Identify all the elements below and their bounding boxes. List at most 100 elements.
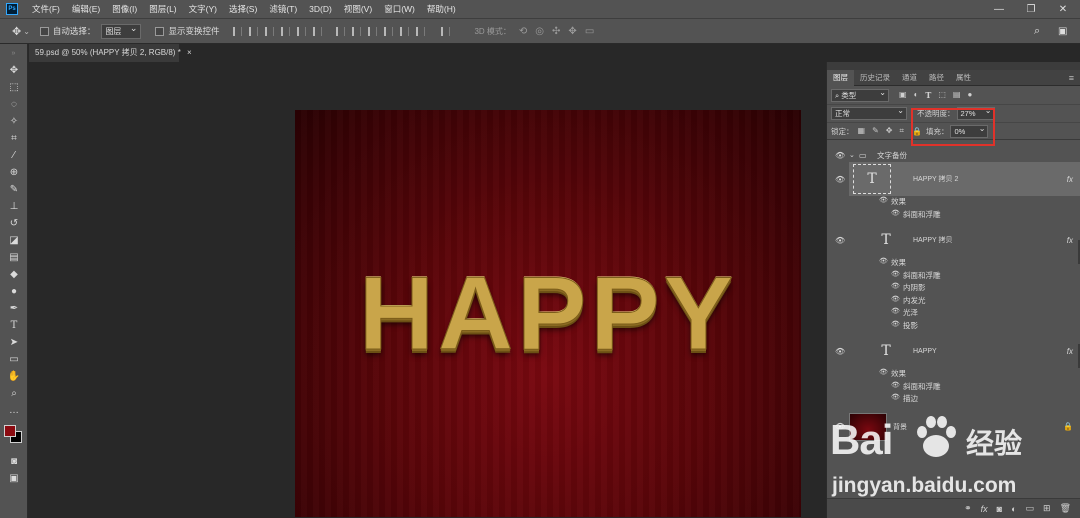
menu-filter[interactable]: 滤镜(T) — [263, 3, 303, 15]
tab-layers[interactable]: 图层 — [827, 69, 854, 86]
minimize-button[interactable]: — — [988, 0, 1010, 18]
filter-toggle-icon[interactable]: ● — [967, 90, 972, 100]
history-brush-tool-icon[interactable]: ↺ — [0, 215, 28, 232]
eyedropper-tool-icon[interactable]: ⁄ — [0, 147, 28, 164]
panel-menu-icon[interactable]: ≡ — [1069, 73, 1074, 83]
distribute-right-icon[interactable] — [416, 26, 426, 36]
layer-filter-dropdown[interactable]: ⌕ 类型 — [831, 87, 889, 102]
filter-smart-object-icon[interactable]: ▤ — [953, 90, 961, 100]
3d-drag-icon[interactable]: ✣ — [552, 26, 560, 37]
align-bottom-icon[interactable] — [313, 26, 323, 36]
gradient-tool-icon[interactable]: ▤ — [0, 249, 28, 266]
menu-image[interactable]: 图像(I) — [106, 3, 143, 15]
3d-slide-icon[interactable]: ✥ — [568, 26, 576, 37]
effects-header-row[interactable]: 👁 效果 — [827, 196, 1080, 209]
tab-history[interactable]: 历史记录 — [854, 70, 896, 86]
crop-tool-icon[interactable]: ⌗ — [0, 130, 28, 147]
tab-paths[interactable]: 路径 — [923, 70, 950, 86]
visibility-eye-icon[interactable]: 👁 — [891, 381, 900, 389]
rectangle-tool-icon[interactable]: ▭ — [0, 351, 28, 368]
layer-group-row[interactable]: 👁 ⌄ ▭ 文字备份 — [827, 148, 1080, 162]
clone-stamp-tool-icon[interactable]: ⊥ — [0, 198, 28, 215]
screen-mode-icon[interactable]: ▣ — [0, 470, 28, 487]
fx-icon[interactable]: fx — [1067, 347, 1073, 356]
3d-roll-icon[interactable]: ◎ — [535, 26, 544, 37]
effects-header-row[interactable]: 👁 效果 — [827, 257, 1080, 270]
visibility-eye-icon[interactable]: 👁 — [835, 236, 845, 245]
visibility-eye-icon[interactable]: 👁 — [891, 270, 900, 278]
eraser-tool-icon[interactable]: ◪ — [0, 232, 28, 249]
menu-window[interactable]: 窗口(W) — [378, 3, 421, 15]
align-right-icon[interactable] — [265, 26, 275, 36]
document-canvas[interactable]: HAPPY — [295, 110, 801, 517]
effect-row[interactable]: 👁 光泽 — [827, 307, 1080, 320]
move-tool-icon[interactable]: ✥ — [12, 25, 21, 38]
workspace-icon[interactable]: ▣ — [1058, 26, 1067, 37]
visibility-eye-icon[interactable]: 👁 — [891, 393, 900, 401]
align-hcenter-icon[interactable] — [249, 26, 259, 36]
visibility-eye-icon[interactable]: 👁 — [891, 307, 900, 315]
layer-row-happy-copy-2[interactable]: 👁 T HAPPY 拷贝 2 fx — [835, 162, 1080, 196]
filter-shape-icon[interactable]: ⬚ — [938, 90, 946, 100]
group-expand-chevron-icon[interactable]: ⌄ — [849, 151, 855, 159]
menu-3d[interactable]: 3D(D) — [303, 4, 338, 14]
distribute-bottom-icon[interactable] — [368, 26, 378, 36]
restore-button[interactable]: ❐ — [1020, 0, 1042, 18]
visibility-eye-icon[interactable]: 👁 — [835, 151, 845, 160]
align-left-icon[interactable] — [233, 26, 243, 36]
filter-pixel-icon[interactable]: ▣ — [899, 90, 907, 100]
menu-layer[interactable]: 图层(L) — [143, 3, 182, 15]
layer-row-happy-copy[interactable]: 👁 T HAPPY 拷贝 fx — [827, 223, 1080, 257]
path-selection-tool-icon[interactable]: ➤ — [0, 334, 28, 351]
blend-mode-dropdown[interactable]: 正常 — [831, 105, 907, 120]
delete-layer-icon[interactable]: 🗑 — [1060, 503, 1071, 514]
menu-select[interactable]: 选择(S) — [223, 3, 263, 15]
type-tool-icon[interactable]: T — [0, 317, 28, 334]
zoom-tool-icon[interactable]: ⌕ — [0, 385, 28, 402]
3d-scale-icon[interactable]: ▭ — [585, 26, 594, 37]
auto-select-dropdown[interactable]: 图层 — [101, 22, 142, 39]
lock-pixels-icon[interactable]: ✎ — [872, 126, 879, 136]
blur-tool-icon[interactable]: ◆ — [0, 266, 28, 283]
magic-wand-tool-icon[interactable]: ✧ — [0, 113, 28, 130]
layer-row-happy[interactable]: 👁 T HAPPY fx — [827, 334, 1080, 368]
close-button[interactable]: ✕ — [1052, 0, 1074, 18]
visibility-eye-icon[interactable]: 👁 — [891, 295, 900, 303]
fx-icon[interactable]: fx — [1067, 175, 1073, 184]
quick-mask-icon[interactable]: ◙ — [0, 453, 28, 470]
filter-type-icon[interactable]: T — [925, 90, 931, 100]
distribute-hcenter-icon[interactable] — [400, 26, 410, 36]
menu-edit[interactable]: 编辑(E) — [66, 3, 106, 15]
distribute-left-icon[interactable] — [384, 26, 394, 36]
effect-row[interactable]: 👁 斜面和浮雕 — [827, 381, 1080, 394]
visibility-eye-icon[interactable]: 👁 — [879, 257, 888, 265]
auto-align-icon[interactable] — [441, 26, 451, 36]
lock-position-icon[interactable]: ✥ — [886, 126, 893, 136]
lasso-tool-icon[interactable]: ◌ — [0, 96, 28, 113]
tool-preset-chevron-icon[interactable]: ⌄ — [23, 27, 30, 36]
visibility-eye-icon[interactable]: 👁 — [891, 282, 900, 290]
lock-artboard-icon[interactable]: ⌗ — [899, 126, 904, 136]
tab-properties[interactable]: 属性 — [950, 70, 977, 86]
menu-view[interactable]: 视图(V) — [338, 3, 378, 15]
more-tools-icon[interactable]: … — [0, 402, 28, 419]
healing-brush-tool-icon[interactable]: ⊕ — [0, 164, 28, 181]
menu-help[interactable]: 帮助(H) — [421, 3, 462, 15]
distribute-vcenter-icon[interactable] — [352, 26, 362, 36]
effects-header-row[interactable]: 👁 效果 — [827, 368, 1080, 381]
distribute-top-icon[interactable] — [336, 26, 346, 36]
visibility-eye-icon[interactable]: 👁 — [879, 196, 888, 204]
dodge-tool-icon[interactable]: ● — [0, 283, 28, 300]
visibility-eye-icon[interactable]: 👁 — [835, 175, 845, 184]
document-tab-close-icon[interactable]: × — [187, 48, 192, 57]
menu-type[interactable]: 文字(Y) — [183, 3, 223, 15]
effect-row[interactable]: 👁 内阴影 — [827, 282, 1080, 295]
hand-tool-icon[interactable]: ✋ — [0, 368, 28, 385]
effect-row[interactable]: 👁 描边 — [827, 393, 1080, 406]
brush-tool-icon[interactable]: ✎ — [0, 181, 28, 198]
pen-tool-icon[interactable]: ✒ — [0, 300, 28, 317]
visibility-eye-icon[interactable]: 👁 — [891, 320, 900, 328]
search-icon[interactable]: ⌕ — [1034, 25, 1040, 38]
effect-row[interactable]: 👁 斜面和浮雕 — [827, 270, 1080, 283]
effect-row[interactable]: 👁 斜面和浮雕 — [827, 209, 1080, 222]
